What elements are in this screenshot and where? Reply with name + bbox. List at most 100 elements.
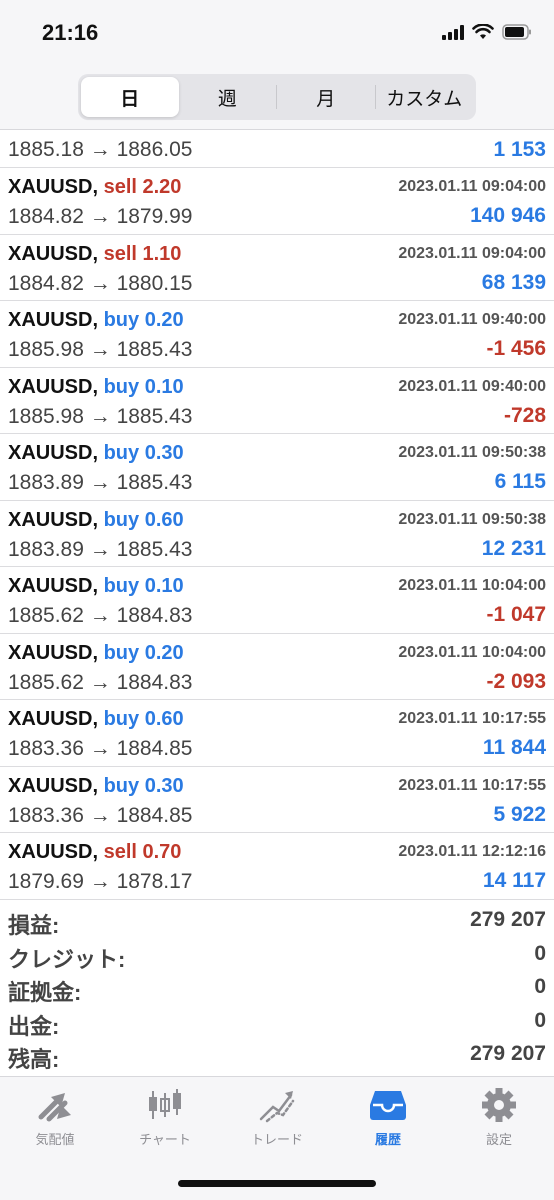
trade-symbol: XAUUSD,: [8, 242, 99, 265]
trade-time: 2023.01.11 09:40:00: [398, 377, 546, 395]
trade-time: 2023.01.11 10:17:55: [398, 710, 546, 727]
trade-title: XAUUSD, sell 0.70: [8, 841, 181, 864]
trade-title: XAUUSD, buy 0.10: [8, 575, 184, 598]
tab-month[interactable]: 月: [277, 77, 375, 117]
trade-prices: 1883.89 → 1885.43: [8, 537, 193, 561]
trade-history-list: 1885.18 → 1886.05 1 153 XAUUSD, sell 2.2…: [0, 130, 554, 900]
trade-profit: 12 231: [481, 536, 546, 560]
trade-prices: 1884.82 → 1879.99: [8, 205, 193, 228]
tab-label: 履歴: [374, 1132, 401, 1147]
trade-prices: 1885.62 → 1884.83: [8, 670, 193, 694]
tab-quotes[interactable]: 気配値: [5, 1087, 105, 1148]
trade-row[interactable]: XAUUSD, buy 0.30 2023.01.11 09:50:38 1883.…: [0, 434, 554, 501]
wifi-icon: [472, 24, 494, 40]
trade-side: buy 0.30: [103, 442, 184, 464]
trade-time: 2023.01.11 09:04:00: [398, 244, 546, 262]
trade-title: XAUUSD, buy 0.10: [8, 376, 184, 399]
tab-week[interactable]: 週: [179, 77, 277, 117]
summary-row-credit: クレジット: 0: [0, 938, 554, 972]
trade-symbol: XAUUSD,: [8, 508, 99, 531]
trade-row[interactable]: XAUUSD, buy 0.20 2023.01.11 09:40:00 1885.…: [0, 301, 554, 368]
tab-settings[interactable]: 設定: [449, 1087, 549, 1148]
trade-symbol: XAUUSD,: [8, 309, 99, 331]
trade-time: 2023.01.11 09:40:00: [398, 311, 546, 328]
trade-title: XAUUSD, buy 0.60: [8, 708, 184, 731]
trade-side: buy 0.60: [103, 508, 184, 531]
status-bar: 21:16: [0, 0, 554, 66]
trade-row[interactable]: XAUUSD, sell 0.70 2023.01.11 12:12:16 1879…: [0, 833, 554, 900]
trade-profit: 1 153: [493, 138, 546, 161]
summary-value: 0: [534, 975, 546, 999]
trade-title: XAUUSD, sell 1.10: [8, 243, 181, 266]
trade-prices: 1883.89 → 1885.43: [8, 471, 193, 494]
trade-row[interactable]: 1885.18 → 1886.05 1 153: [0, 130, 554, 168]
trade-profit: -2 093: [486, 669, 546, 693]
account-summary: 損益: 279 207 クレジット: 0 証拠金: 0 出金: 0 残高: 27…: [0, 904, 554, 1072]
trade-time: 2023.01.11 10:04:00: [398, 577, 546, 594]
trade-row[interactable]: XAUUSD, buy 0.10 2023.01.11 10:04:00 1885.…: [0, 567, 554, 634]
trade-title: XAUUSD, buy 0.30: [8, 775, 184, 798]
period-segmented-control: 日 週 月 カスタム: [78, 74, 476, 120]
summary-label: 証拠金:: [8, 980, 82, 1006]
trade-side: buy 0.10: [103, 375, 184, 398]
trade-row[interactable]: XAUUSD, buy 0.60 2023.01.11 09:50:38 1883.…: [0, 501, 554, 567]
summary-row-withdrawal: 出金: 0: [0, 1005, 554, 1039]
trade-profit: 5 922: [493, 802, 546, 826]
trade-symbol: XAUUSD,: [8, 575, 99, 597]
trade-row[interactable]: XAUUSD, sell 2.20 2023.01.11 09:04:00 1884…: [0, 168, 554, 235]
summary-label: クレジット:: [8, 946, 126, 972]
trade-time: 2023.01.11 09:50:38: [398, 444, 546, 461]
summary-value: 279 207: [470, 1042, 546, 1066]
tab-label: 気配値: [35, 1132, 75, 1147]
trade-line-icon: [259, 1091, 295, 1123]
trade-side: buy 0.20: [103, 309, 184, 331]
tab-label: トレード: [250, 1132, 303, 1147]
trade-side: buy 0.30: [103, 774, 184, 797]
tab-chart[interactable]: チャート: [115, 1087, 215, 1148]
cellular-signal-icon: [442, 24, 464, 40]
trade-prices: 1885.18 → 1886.05: [8, 138, 193, 161]
tab-trade[interactable]: トレード: [227, 1087, 327, 1148]
trade-time: 2023.01.11 12:12:16: [398, 843, 546, 860]
summary-row-profit: 損益: 279 207: [0, 904, 554, 938]
trade-prices: 1885.98 → 1885.43: [8, 404, 193, 428]
trade-prices: 1885.62 → 1884.83: [8, 604, 193, 627]
tab-history[interactable]: 履歴: [338, 1087, 438, 1148]
trade-prices: 1885.98 → 1885.43: [8, 338, 193, 361]
battery-icon: [502, 24, 532, 40]
trade-prices: 1884.82 → 1880.15: [8, 271, 193, 295]
trade-time: 2023.01.11 10:17:55: [398, 776, 546, 794]
summary-row-deposit: 証拠金: 0: [0, 971, 554, 1005]
trade-side: buy 0.20: [103, 641, 184, 664]
trade-row[interactable]: XAUUSD, buy 0.60 2023.01.11 10:17:55 1883.…: [0, 700, 554, 767]
summary-row-balance: 残高: 279 207: [0, 1038, 554, 1072]
trade-title: XAUUSD, sell 2.20: [8, 176, 181, 199]
trade-title: XAUUSD, buy 0.60: [8, 509, 184, 532]
tab-day[interactable]: 日: [81, 77, 179, 117]
trade-profit: -1 456: [486, 337, 546, 360]
trade-side: buy 0.10: [103, 575, 184, 597]
trade-title: XAUUSD, buy 0.20: [8, 642, 184, 665]
trade-side: sell 2.20: [103, 176, 182, 198]
history-inbox-icon: [370, 1091, 406, 1120]
trade-row[interactable]: XAUUSD, buy 0.10 2023.01.11 09:40:00 1885.…: [0, 368, 554, 434]
home-indicator: [178, 1180, 376, 1187]
trade-title: XAUUSD, buy 0.20: [8, 309, 184, 332]
trade-row[interactable]: XAUUSD, buy 0.20 2023.01.11 10:04:00 1885.…: [0, 634, 554, 700]
trade-profit: -728: [503, 403, 546, 427]
trade-profit: 14 117: [482, 869, 546, 892]
trade-row[interactable]: XAUUSD, buy 0.30 2023.01.11 10:17:55 1883.…: [0, 767, 554, 833]
trade-side: sell 1.10: [103, 242, 182, 265]
trade-profit: 68 139: [481, 270, 546, 294]
summary-value: 279 207: [470, 908, 546, 931]
trade-time: 2023.01.11 09:50:38: [398, 510, 546, 528]
summary-label: 出金:: [8, 1013, 60, 1039]
trade-symbol: XAUUSD,: [8, 641, 99, 664]
trade-profit: -1 047: [486, 603, 546, 626]
trade-row[interactable]: XAUUSD, sell 1.10 2023.01.11 09:04:00 1884…: [0, 235, 554, 301]
tab-custom[interactable]: カスタム: [376, 77, 474, 117]
summary-label: 残高:: [8, 1047, 60, 1073]
trade-profit: 6 115: [494, 470, 546, 493]
trade-symbol: XAUUSD,: [8, 375, 99, 398]
candlestick-chart-icon: [149, 1089, 181, 1119]
